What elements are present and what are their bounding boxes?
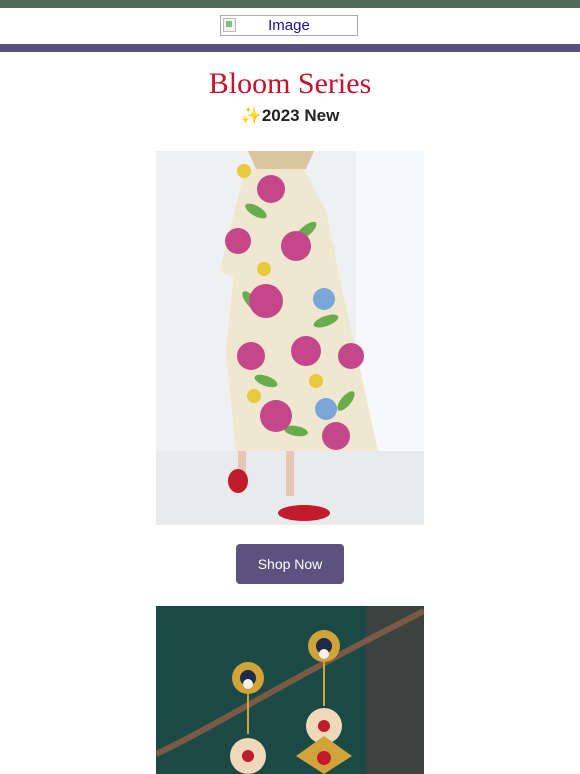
logo-image[interactable]: Image [220,15,358,36]
top-accent-bar [0,0,580,8]
header-divider [0,44,580,52]
floral-dress-product-image[interactable] [156,151,424,525]
logo-alt-text: Image [268,17,310,34]
earring-illustration [156,606,424,774]
collection-title: Bloom Series [208,67,372,100]
earring-product-image[interactable] [156,606,424,774]
email-header: Image [0,8,580,44]
collection-subtitle: ✨2023 New [240,106,340,125]
broken-image-icon [223,18,236,32]
dress-illustration [156,151,424,525]
shop-now-button[interactable]: Shop Now [236,544,344,584]
